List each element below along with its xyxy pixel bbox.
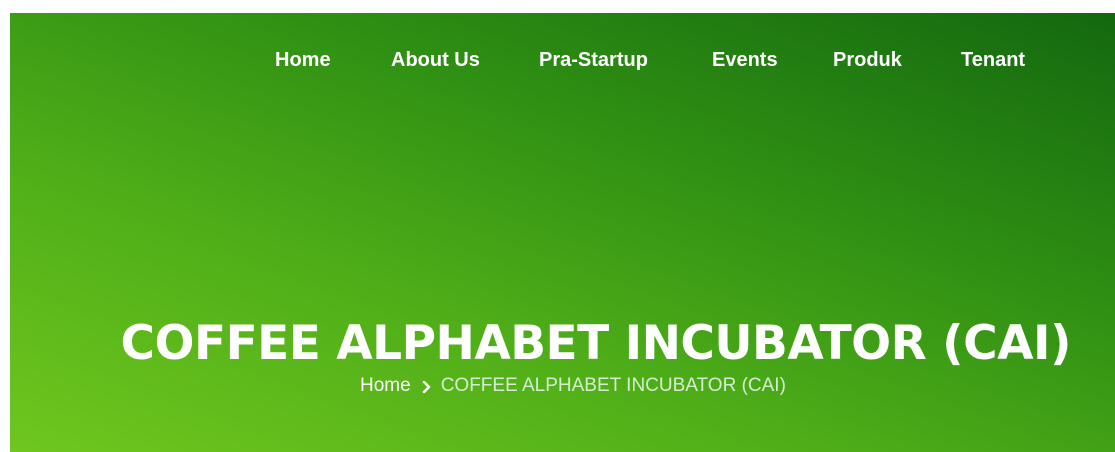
hero-banner: Home About Us Pra-Startup Events Produk …: [10, 13, 1115, 452]
breadcrumb-current: COFFEE ALPHABET INCUBATOR (CAI): [440, 375, 786, 396]
breadcrumb-home-link[interactable]: Home: [360, 373, 411, 399]
nav-item-home[interactable]: Home: [275, 47, 331, 73]
chevron-right-icon: [421, 373, 433, 399]
nav-item-pra-startup[interactable]: Pra-Startup: [539, 47, 648, 73]
nav-item-events[interactable]: Events: [712, 47, 778, 73]
nav-item-produk[interactable]: Produk: [833, 47, 902, 73]
breadcrumb: Home COFFEE ALPHABET INCUBATOR (CAI): [360, 373, 786, 399]
page-title: COFFEE ALPHABET INCUBATOR (CAI): [120, 316, 1072, 372]
nav-item-tenant[interactable]: Tenant: [961, 47, 1025, 73]
main-nav: Home About Us Pra-Startup Events Produk …: [10, 47, 1115, 73]
nav-item-about-us[interactable]: About Us: [391, 47, 480, 73]
